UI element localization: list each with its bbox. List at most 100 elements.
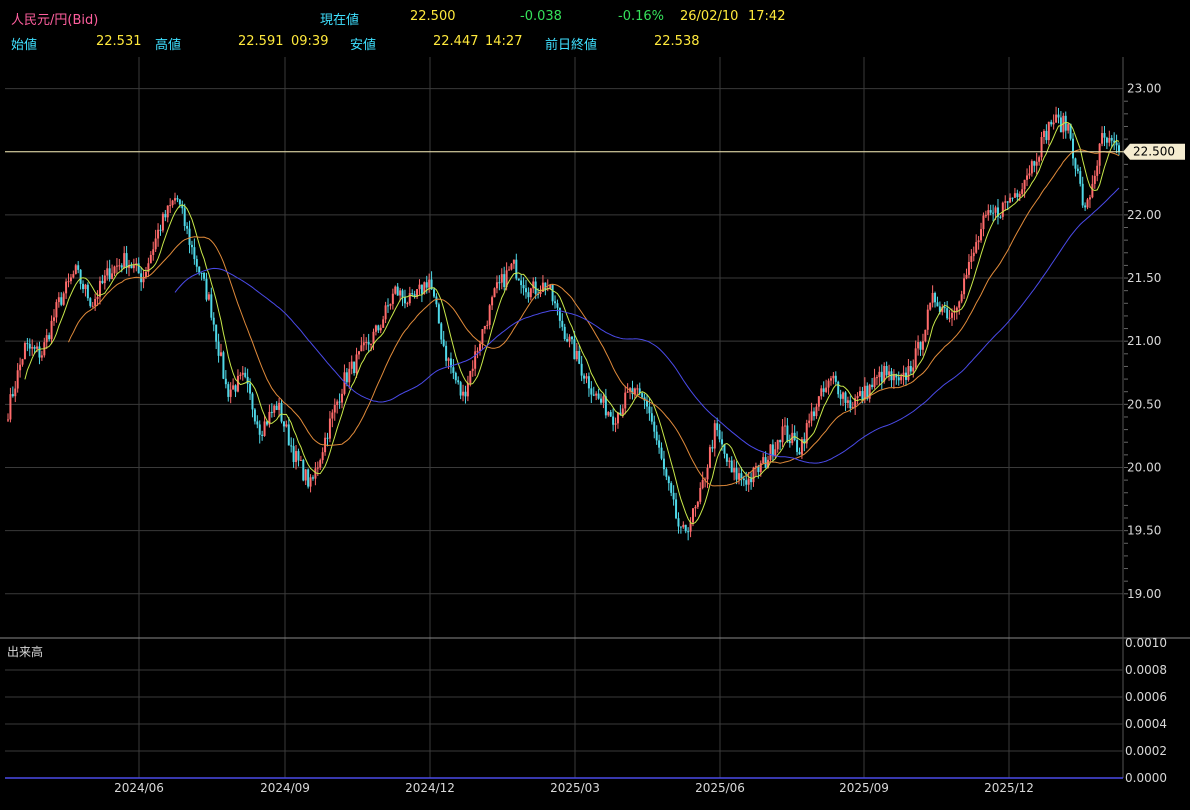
candle-body xyxy=(295,451,298,462)
candle-body xyxy=(522,285,525,289)
candle-body xyxy=(190,244,193,248)
candle-body xyxy=(503,274,506,288)
candle-body xyxy=(309,477,312,487)
candle-body xyxy=(1057,114,1060,118)
candle-body xyxy=(408,293,411,304)
candle-body xyxy=(967,261,970,275)
candle-body xyxy=(1110,137,1113,141)
candle-body xyxy=(609,412,612,417)
candle-body xyxy=(462,391,465,396)
candle-body xyxy=(1035,161,1038,166)
candle-body xyxy=(1084,205,1087,208)
candle-body xyxy=(500,274,503,283)
candle-body xyxy=(1030,161,1033,174)
candle-body xyxy=(745,480,748,485)
candle-body xyxy=(832,375,835,379)
candle-body xyxy=(1079,171,1082,184)
candle-body xyxy=(897,377,900,381)
candle-body xyxy=(837,381,840,395)
candle-body xyxy=(602,396,605,403)
candle-body xyxy=(495,282,498,289)
mid-moving-average-line xyxy=(68,149,1120,487)
candle-body xyxy=(406,303,409,305)
candle-body xyxy=(1050,121,1053,125)
candle-body xyxy=(290,445,293,447)
candle-body xyxy=(120,265,123,268)
candle-body xyxy=(798,451,801,455)
candle-body xyxy=(909,366,912,372)
candle-body xyxy=(476,350,479,352)
candle-body xyxy=(621,408,624,415)
candle-body xyxy=(963,278,966,295)
candle-body xyxy=(108,268,111,280)
candle-body xyxy=(440,323,443,340)
candle-body xyxy=(783,425,786,427)
candle-body xyxy=(297,451,300,461)
candle-body xyxy=(299,459,302,461)
candle-body xyxy=(829,378,832,381)
candle-body xyxy=(614,423,617,425)
candle-body xyxy=(626,391,629,393)
candle-body xyxy=(926,309,929,330)
candle-body xyxy=(115,265,118,267)
candle-body xyxy=(280,402,283,422)
candle-body xyxy=(1076,168,1079,172)
candle-body xyxy=(384,305,387,320)
candle-body xyxy=(113,266,116,274)
candle-body xyxy=(379,327,382,331)
candle-body xyxy=(820,388,823,397)
candle-body xyxy=(728,460,731,462)
time-tick-label: 2025/06 xyxy=(695,781,745,795)
candle-body xyxy=(827,380,830,388)
candle-body xyxy=(207,294,210,300)
volume-tick-label: 0.0000 xyxy=(1125,771,1167,785)
candle-body xyxy=(435,296,438,305)
candle-body xyxy=(970,256,973,262)
candle-body xyxy=(464,391,467,397)
candle-body xyxy=(36,346,39,349)
candle-body xyxy=(747,478,750,485)
candle-body xyxy=(394,286,397,294)
candle-body xyxy=(1091,183,1094,198)
candle-body xyxy=(69,277,72,282)
candle-body xyxy=(437,304,440,324)
candle-body xyxy=(154,238,157,250)
candle-body xyxy=(982,215,985,230)
candle-body xyxy=(1009,197,1012,203)
candle-body xyxy=(486,324,489,326)
candle-body xyxy=(316,467,319,469)
candle-body xyxy=(515,259,518,279)
candle-body xyxy=(570,336,573,340)
candle-body xyxy=(921,341,924,350)
price-tick-label: 20.00 xyxy=(1127,460,1161,474)
candle-body xyxy=(65,281,68,294)
candle-body xyxy=(575,350,578,360)
candle-body xyxy=(488,305,491,325)
candle-body xyxy=(91,305,94,307)
candle-body xyxy=(1093,175,1096,184)
candle-body xyxy=(244,372,247,377)
candle-body xyxy=(682,524,685,528)
candle-body xyxy=(750,478,753,483)
candle-body xyxy=(984,215,987,217)
short-moving-average-line xyxy=(24,121,1120,525)
candle-body xyxy=(14,388,17,397)
candle-body xyxy=(999,216,1002,218)
candle-body xyxy=(454,372,457,381)
candle-body xyxy=(684,524,687,532)
candle-body xyxy=(198,266,201,273)
candle-body xyxy=(278,402,281,410)
candle-body xyxy=(38,346,41,358)
candle-body xyxy=(1004,201,1007,203)
candle-body xyxy=(955,307,958,311)
candle-body xyxy=(256,421,259,425)
candle-body xyxy=(769,444,772,460)
candle-body xyxy=(1115,142,1118,146)
candle-body xyxy=(648,406,651,414)
price-chart[interactable]: 23.0022.5022.0021.5021.0020.5020.0019.50… xyxy=(0,0,1190,810)
candle-body xyxy=(118,265,121,267)
candle-body xyxy=(236,375,239,392)
candle-body xyxy=(387,305,390,307)
candle-body xyxy=(529,288,532,298)
candle-body xyxy=(1052,122,1055,125)
